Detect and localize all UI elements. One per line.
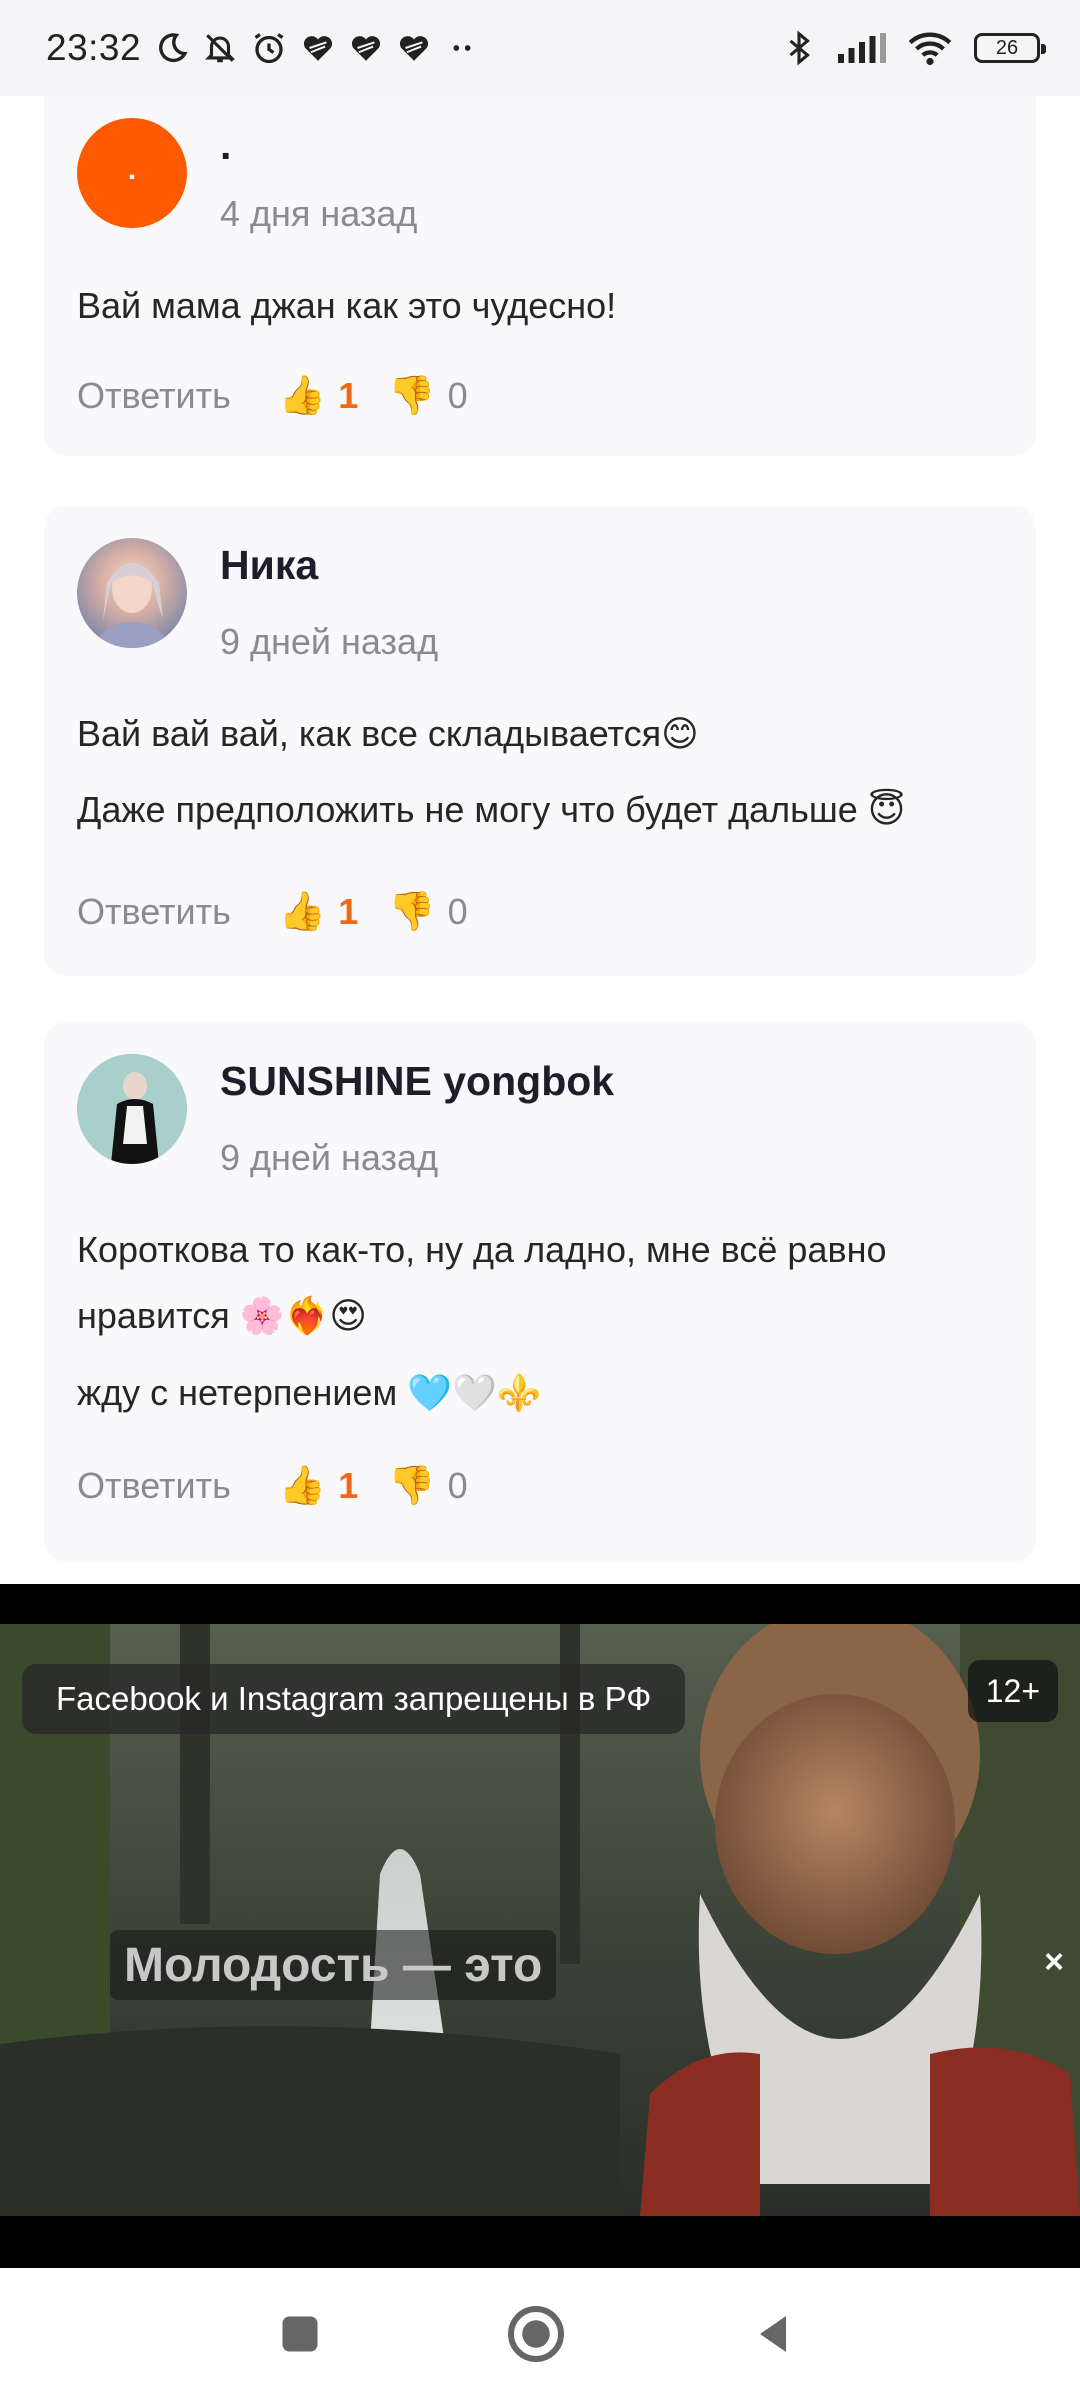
avatar-letter: . bbox=[127, 153, 137, 186]
thumbs-down-icon[interactable]: 👎 bbox=[388, 1464, 435, 1508]
comment-date: 4 дня назад bbox=[220, 193, 418, 234]
reply-button[interactable]: Ответить bbox=[77, 375, 231, 417]
alarm-icon bbox=[251, 30, 287, 66]
comment-text-line: Вай мама джан как это чудесно! bbox=[77, 285, 617, 326]
comment-card: . . 4 дня назад Вай мама джан как это чу… bbox=[44, 96, 1036, 456]
ad-banner: Facebook и Instagram запрещены в РФ bbox=[22, 1664, 686, 1734]
comment-actions: Ответить 👍 1 👎 0 bbox=[77, 374, 468, 418]
back-button[interactable] bbox=[738, 2298, 810, 2370]
status-bar-left: 23:32 bbox=[46, 27, 479, 69]
thumbs-up-icon[interactable]: 👍 bbox=[279, 374, 326, 418]
comment-date: 9 дней назад bbox=[220, 1137, 439, 1178]
dislike-count: 0 bbox=[447, 1465, 468, 1506]
thumbs-down-icon[interactable]: 👎 bbox=[388, 890, 435, 934]
moon-icon bbox=[155, 31, 189, 65]
home-button[interactable] bbox=[500, 2298, 572, 2370]
comment-author[interactable]: SUNSHINE yongbok bbox=[220, 1058, 614, 1105]
reply-button[interactable]: Ответить bbox=[77, 1465, 231, 1507]
comment-actions: Ответить 👍 1 👎 0 bbox=[77, 1464, 468, 1508]
comments-feed[interactable]: . . 4 дня назад Вай мама джан как это чу… bbox=[0, 96, 1080, 1584]
comment-author[interactable]: Ника bbox=[220, 542, 318, 589]
close-icon[interactable]: × bbox=[1034, 1942, 1074, 1982]
status-bar: 23:32 26 bbox=[0, 0, 1080, 96]
avatar[interactable] bbox=[77, 538, 187, 648]
avatar[interactable]: . bbox=[77, 118, 187, 228]
comment-card: Ника 9 дней назад Вай вай вай, как все с… bbox=[44, 506, 1036, 976]
comment-text-line: Короткова то как-то, ну да ладно, мне вс… bbox=[77, 1229, 887, 1270]
bell-off-icon bbox=[203, 31, 237, 65]
ad-video-frame[interactable]: Facebook и Instagram запрещены в РФ 12+ … bbox=[0, 1624, 1080, 2216]
reply-button[interactable]: Ответить bbox=[77, 891, 231, 933]
comment-actions: Ответить 👍 1 👎 0 bbox=[77, 890, 468, 934]
heart-icon bbox=[397, 31, 431, 65]
navigation-bar bbox=[0, 2268, 1080, 2400]
comment-text-line: нравится 🌸❤️‍🔥😍 bbox=[77, 1295, 367, 1336]
comment-text-line: жду с нетерпением 🩵🤍⚜️ bbox=[77, 1372, 542, 1413]
recent-apps-button[interactable] bbox=[264, 2298, 336, 2370]
video-ad[interactable]: Facebook и Instagram запрещены в РФ 12+ … bbox=[0, 1584, 1080, 2268]
like-count: 1 bbox=[338, 375, 359, 416]
dislike-count: 0 bbox=[447, 891, 468, 932]
signal-icon bbox=[838, 32, 886, 64]
like-count: 1 bbox=[338, 1465, 359, 1506]
ad-caption: Молодость — это bbox=[110, 1930, 557, 2000]
comment-date: 9 дней назад bbox=[220, 621, 439, 662]
comment-text-line: Вай вай вай, как все складывается😊 bbox=[77, 713, 699, 754]
heart-icon bbox=[301, 31, 335, 65]
heart-icon bbox=[349, 31, 383, 65]
comment-text-line: Даже предположить не могу что будет даль… bbox=[77, 789, 906, 830]
more-dots-icon bbox=[445, 31, 479, 65]
comment-card: SUNSHINE yongbok 9 дней назад Короткова … bbox=[44, 1022, 1036, 1562]
wifi-icon bbox=[908, 30, 952, 66]
like-count: 1 bbox=[338, 891, 359, 932]
clock: 23:32 bbox=[46, 27, 142, 68]
bluetooth-icon bbox=[782, 29, 816, 67]
comment-author[interactable]: . bbox=[220, 122, 231, 169]
avatar[interactable] bbox=[77, 1054, 187, 1164]
thumbs-up-icon[interactable]: 👍 bbox=[279, 890, 326, 934]
age-rating-badge: 12+ bbox=[967, 1660, 1058, 1722]
status-bar-right: 26 bbox=[782, 29, 1046, 67]
thumbs-up-icon[interactable]: 👍 bbox=[279, 1464, 326, 1508]
dislike-count: 0 bbox=[447, 375, 468, 416]
thumbs-down-icon[interactable]: 👎 bbox=[388, 374, 435, 418]
battery-icon: 26 bbox=[974, 33, 1046, 63]
